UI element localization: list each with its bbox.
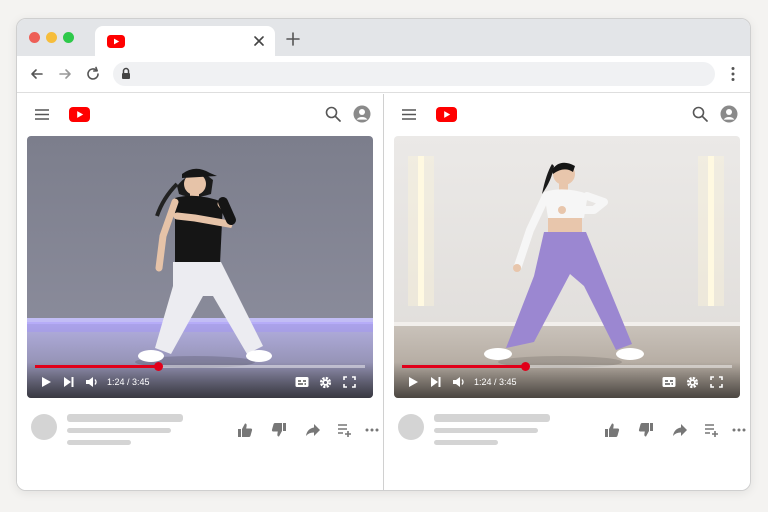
browser-window: 1:24 / 3:45 1:24 / 3:45 [16, 18, 751, 491]
progress-played [402, 365, 526, 368]
time-display: 1:24 / 3:45 [474, 377, 517, 387]
menu-button[interactable] [35, 109, 49, 120]
browser-toolbar [17, 56, 750, 93]
youtube-logo-icon [107, 35, 125, 48]
video-player[interactable]: 1:24 / 3:45 [27, 136, 373, 398]
lock-icon [122, 67, 130, 79]
add-to-playlist-button[interactable] [704, 422, 720, 438]
like-button[interactable] [237, 422, 253, 438]
play-button[interactable] [408, 376, 419, 388]
dislike-button[interactable] [271, 422, 287, 438]
tab-bar [17, 19, 750, 56]
player-controls: 1:24 / 3:45 [394, 362, 740, 398]
fullscreen-button[interactable] [710, 376, 723, 388]
channel-placeholder [434, 428, 538, 433]
share-button[interactable] [672, 422, 688, 438]
maximize-window-button[interactable] [63, 32, 74, 43]
forward-button[interactable] [57, 66, 73, 82]
account-icon[interactable] [720, 105, 738, 123]
volume-button[interactable] [452, 376, 466, 388]
next-button[interactable] [63, 376, 74, 388]
scrubber-handle[interactable] [154, 362, 164, 371]
progress-played [35, 365, 159, 368]
tab-close-button[interactable] [249, 31, 269, 51]
add-to-playlist-button[interactable] [337, 422, 353, 438]
captions-button[interactable] [662, 376, 676, 388]
volume-button[interactable] [85, 376, 99, 388]
stats-placeholder [67, 440, 131, 445]
settings-button[interactable] [319, 376, 332, 389]
browser-tab[interactable] [95, 26, 275, 56]
menu-button[interactable] [402, 109, 416, 120]
search-button[interactable] [325, 106, 341, 122]
settings-button[interactable] [686, 376, 699, 389]
channel-placeholder [67, 428, 171, 433]
account-icon[interactable] [353, 105, 371, 123]
video-meta [398, 412, 746, 462]
youtube-logo-icon[interactable] [69, 107, 90, 122]
reload-button[interactable] [85, 66, 101, 82]
more-button[interactable] [732, 422, 746, 438]
time-display: 1:24 / 3:45 [107, 377, 150, 387]
youtube-header [17, 94, 383, 134]
player-controls: 1:24 / 3:45 [27, 362, 373, 398]
search-button[interactable] [692, 106, 708, 122]
right-pane: 1:24 / 3:45 [384, 94, 750, 490]
minimize-window-button[interactable] [46, 32, 57, 43]
close-window-button[interactable] [29, 32, 40, 43]
captions-button[interactable] [295, 376, 309, 388]
next-button[interactable] [430, 376, 441, 388]
title-placeholder [67, 414, 183, 422]
youtube-logo-icon[interactable] [436, 107, 457, 122]
channel-avatar[interactable] [398, 414, 424, 440]
video-meta [31, 412, 379, 462]
progress-bar[interactable] [35, 362, 365, 371]
more-button[interactable] [365, 422, 379, 438]
youtube-header [384, 94, 750, 134]
play-button[interactable] [41, 376, 52, 388]
video-frame [394, 136, 740, 398]
share-button[interactable] [305, 422, 321, 438]
address-bar[interactable] [113, 62, 715, 86]
left-pane: 1:24 / 3:45 [17, 94, 383, 490]
progress-bar[interactable] [402, 362, 732, 371]
browser-menu-button[interactable] [730, 66, 736, 82]
new-tab-button[interactable] [285, 31, 301, 47]
scrubber-handle[interactable] [521, 362, 531, 371]
back-button[interactable] [29, 66, 45, 82]
video-frame [27, 136, 373, 398]
like-button[interactable] [604, 422, 620, 438]
stats-placeholder [434, 440, 498, 445]
fullscreen-button[interactable] [343, 376, 356, 388]
dislike-button[interactable] [638, 422, 654, 438]
title-placeholder [434, 414, 550, 422]
channel-avatar[interactable] [31, 414, 57, 440]
video-player[interactable]: 1:24 / 3:45 [394, 136, 740, 398]
close-icon [254, 36, 264, 46]
